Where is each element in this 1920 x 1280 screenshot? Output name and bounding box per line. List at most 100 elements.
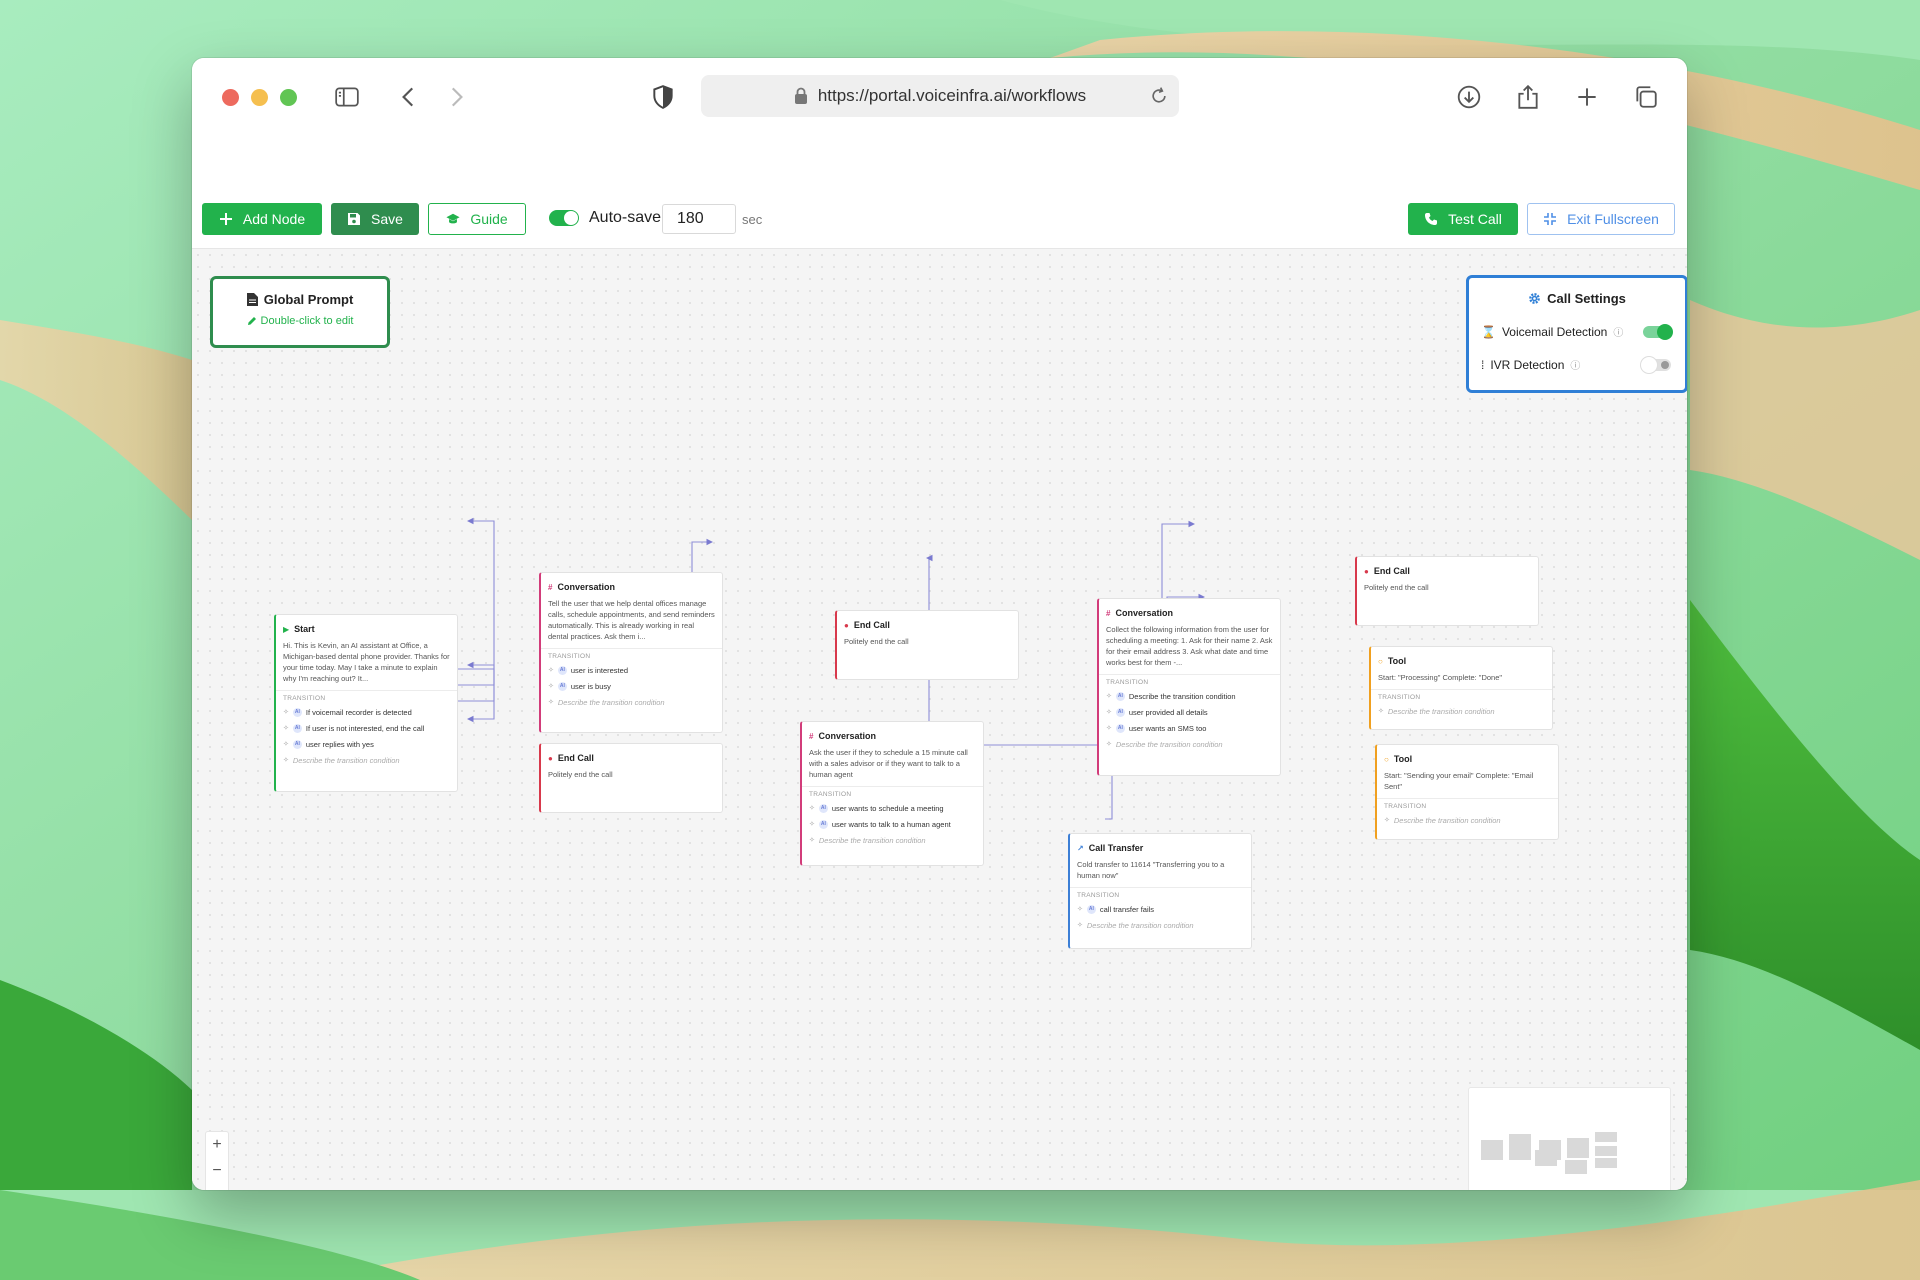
conversation-node-collect-info[interactable]: # Conversation Collect the following info… <box>1097 598 1281 776</box>
transition-condition[interactable]: ✧ AI user is busy <box>541 678 722 694</box>
transition-condition[interactable]: ✧ AI user wants an SMS too <box>1099 720 1280 736</box>
end-call-node[interactable]: ● End Call Politely end the call <box>1355 556 1539 626</box>
shield-icon[interactable] <box>646 80 680 114</box>
exit-fullscreen-button[interactable]: Exit Fullscreen <box>1527 203 1675 235</box>
hash-icon: # <box>548 582 553 592</box>
transition-condition[interactable]: ✧ AI user wants to schedule a meeting <box>802 800 983 816</box>
minimap-node <box>1595 1132 1617 1142</box>
zoom-out-button[interactable]: − <box>206 1158 228 1184</box>
sidebar-icon[interactable] <box>330 80 364 114</box>
global-prompt-title: Global Prompt <box>263 292 354 307</box>
global-prompt-node[interactable]: Global Prompt Double-click to edit <box>210 276 390 348</box>
transition-condition[interactable]: ✧ AI If voicemail recorder is detected <box>276 704 457 720</box>
edge-start-to-end1-b <box>456 661 495 686</box>
transition-condition[interactable]: ✧ AI call transfer fails <box>1070 901 1251 917</box>
info-icon: ⓘ <box>1570 361 1581 372</box>
tool-node-processing[interactable]: ○ Tool Start: "Processing" Complete: "Don… <box>1369 646 1553 730</box>
call-settings-panel: Call Settings ⌛ Voicemail Detection ⓘ ⁞ … <box>1466 275 1687 393</box>
new-transition-input[interactable]: ✧ Describe the transition condition <box>802 832 983 848</box>
dialpad-icon: ⁞ <box>1481 357 1485 372</box>
tabs-overview-icon[interactable] <box>1629 80 1663 114</box>
new-transition-input[interactable]: ✧ Describe the transition condition <box>276 752 457 768</box>
new-transition-input[interactable]: ✧ Describe the transition condition <box>541 694 722 710</box>
tool-icon: ○ <box>1378 656 1383 666</box>
end-call-node[interactable]: ● End Call Politely end the call <box>539 743 723 813</box>
transition-condition[interactable]: ✧ AI user wants to talk to a human agent <box>802 816 983 832</box>
node-title: Conversation <box>1115 608 1173 618</box>
ivr-detection-toggle[interactable] <box>1641 356 1671 373</box>
node-prompt: Tell the user that we help dental office… <box>548 599 715 641</box>
global-prompt-hint: Double-click to edit <box>260 315 354 327</box>
start-node[interactable]: ▶ Start Hi. This is Kevin, an AI assistan… <box>274 614 458 792</box>
node-title: Conversation <box>557 582 615 592</box>
browser-titlebar: https://portal.voiceinfra.ai/workflows <box>192 58 1687 134</box>
end-dot-icon: ● <box>844 620 849 630</box>
end-dot-icon: ● <box>1364 566 1369 576</box>
workflow-canvas[interactable]: Global Prompt Double-click to edit Call … <box>192 249 1687 1190</box>
transition-condition[interactable]: ✧ AI user is interested <box>541 662 722 678</box>
address-bar[interactable]: https://portal.voiceinfra.ai/workflows <box>701 75 1179 117</box>
call-transfer-node[interactable]: ↗ Call Transfer Cold transfer to 11614 "T… <box>1068 833 1252 949</box>
node-title: Tool <box>1393 754 1413 764</box>
node-prompt: Ask the user if they to schedule a 15 mi… <box>809 748 968 779</box>
new-transition-input[interactable]: ✧ Describe the transition condition <box>1070 917 1251 933</box>
transition-label: TRANSITION <box>1378 694 1421 701</box>
transition-condition[interactable]: ✧ AI user replies with yes <box>276 736 457 752</box>
maximize-window-button[interactable] <box>280 89 297 106</box>
zoom-in-button[interactable]: + <box>206 1132 228 1158</box>
conversation-node-schedule[interactable]: # Conversation Ask the user if they to sc… <box>800 721 984 866</box>
node-title: End Call <box>853 620 890 630</box>
autosave-toggle[interactable] <box>549 210 579 226</box>
tool-node-send-email[interactable]: ○ Tool Start: "Sending your email" Comple… <box>1375 744 1559 840</box>
conversation-node-intro[interactable]: # Conversation Tell the user that we help… <box>539 572 723 733</box>
new-transition-input[interactable]: ✧ Describe the transition condition <box>1099 736 1280 752</box>
zoom-controls: + − <box>205 1131 229 1190</box>
end-call-node[interactable]: ● End Call Politely end the call <box>835 610 1019 680</box>
test-call-button[interactable]: Test Call <box>1408 203 1518 235</box>
fit-view-button[interactable] <box>206 1184 228 1190</box>
guide-label: Guide <box>470 211 508 227</box>
share-icon[interactable] <box>1511 80 1545 114</box>
node-prompt: Politely end the call <box>1364 583 1429 592</box>
compress-icon <box>1544 213 1557 225</box>
edge-start-to-end1 <box>456 668 495 723</box>
transition-condition[interactable]: ✧ AI Describe the transition condition <box>1099 688 1280 704</box>
save-button[interactable]: Save <box>331 203 419 235</box>
minimap[interactable] <box>1468 1087 1671 1190</box>
transition-condition[interactable]: ✧ AI user provided all details <box>1099 704 1280 720</box>
close-window-button[interactable] <box>222 89 239 106</box>
transition-label: TRANSITION <box>1106 679 1149 686</box>
ivr-detection-label: IVR Detection <box>1490 357 1565 372</box>
autosave-interval-input[interactable] <box>662 204 736 234</box>
back-icon[interactable] <box>392 80 426 114</box>
reload-icon[interactable] <box>1149 86 1169 106</box>
tool-icon: ○ <box>1384 754 1389 764</box>
minimap-node <box>1595 1146 1617 1156</box>
new-tab-icon[interactable] <box>1570 80 1604 114</box>
minimize-window-button[interactable] <box>251 89 268 106</box>
forward-icon[interactable] <box>439 80 473 114</box>
node-title: Start <box>294 624 315 634</box>
transition-label: TRANSITION <box>283 695 326 702</box>
minimap-node <box>1481 1140 1503 1160</box>
transition-condition[interactable]: ✧ AI If user is not interested, end the ca… <box>276 720 457 736</box>
autosave-label: Auto-save <box>589 209 662 226</box>
new-transition-input[interactable]: ✧ Describe the transition condition <box>1371 703 1552 719</box>
add-node-button[interactable]: Add Node <box>202 203 322 235</box>
guide-button[interactable]: Guide <box>428 203 526 235</box>
node-prompt: Collect the following information from t… <box>1106 625 1273 667</box>
pencil-icon <box>247 317 256 325</box>
lock-icon <box>794 87 807 104</box>
download-icon[interactable] <box>1452 80 1486 114</box>
call-settings-title: Call Settings <box>1547 291 1626 306</box>
voicemail-detection-toggle[interactable] <box>1643 323 1673 340</box>
phone-icon <box>1425 213 1438 225</box>
hourglass-icon: ⌛ <box>1481 324 1496 339</box>
plus-icon <box>219 213 232 225</box>
transition-label: TRANSITION <box>809 791 852 798</box>
node-title: End Call <box>1373 566 1410 576</box>
node-prompt: Start: "Processing" Complete: "Done" <box>1378 673 1503 682</box>
new-transition-input[interactable]: ✧ Describe the transition condition <box>1377 812 1558 828</box>
hash-icon: # <box>809 731 814 741</box>
minimap-node <box>1565 1160 1587 1174</box>
